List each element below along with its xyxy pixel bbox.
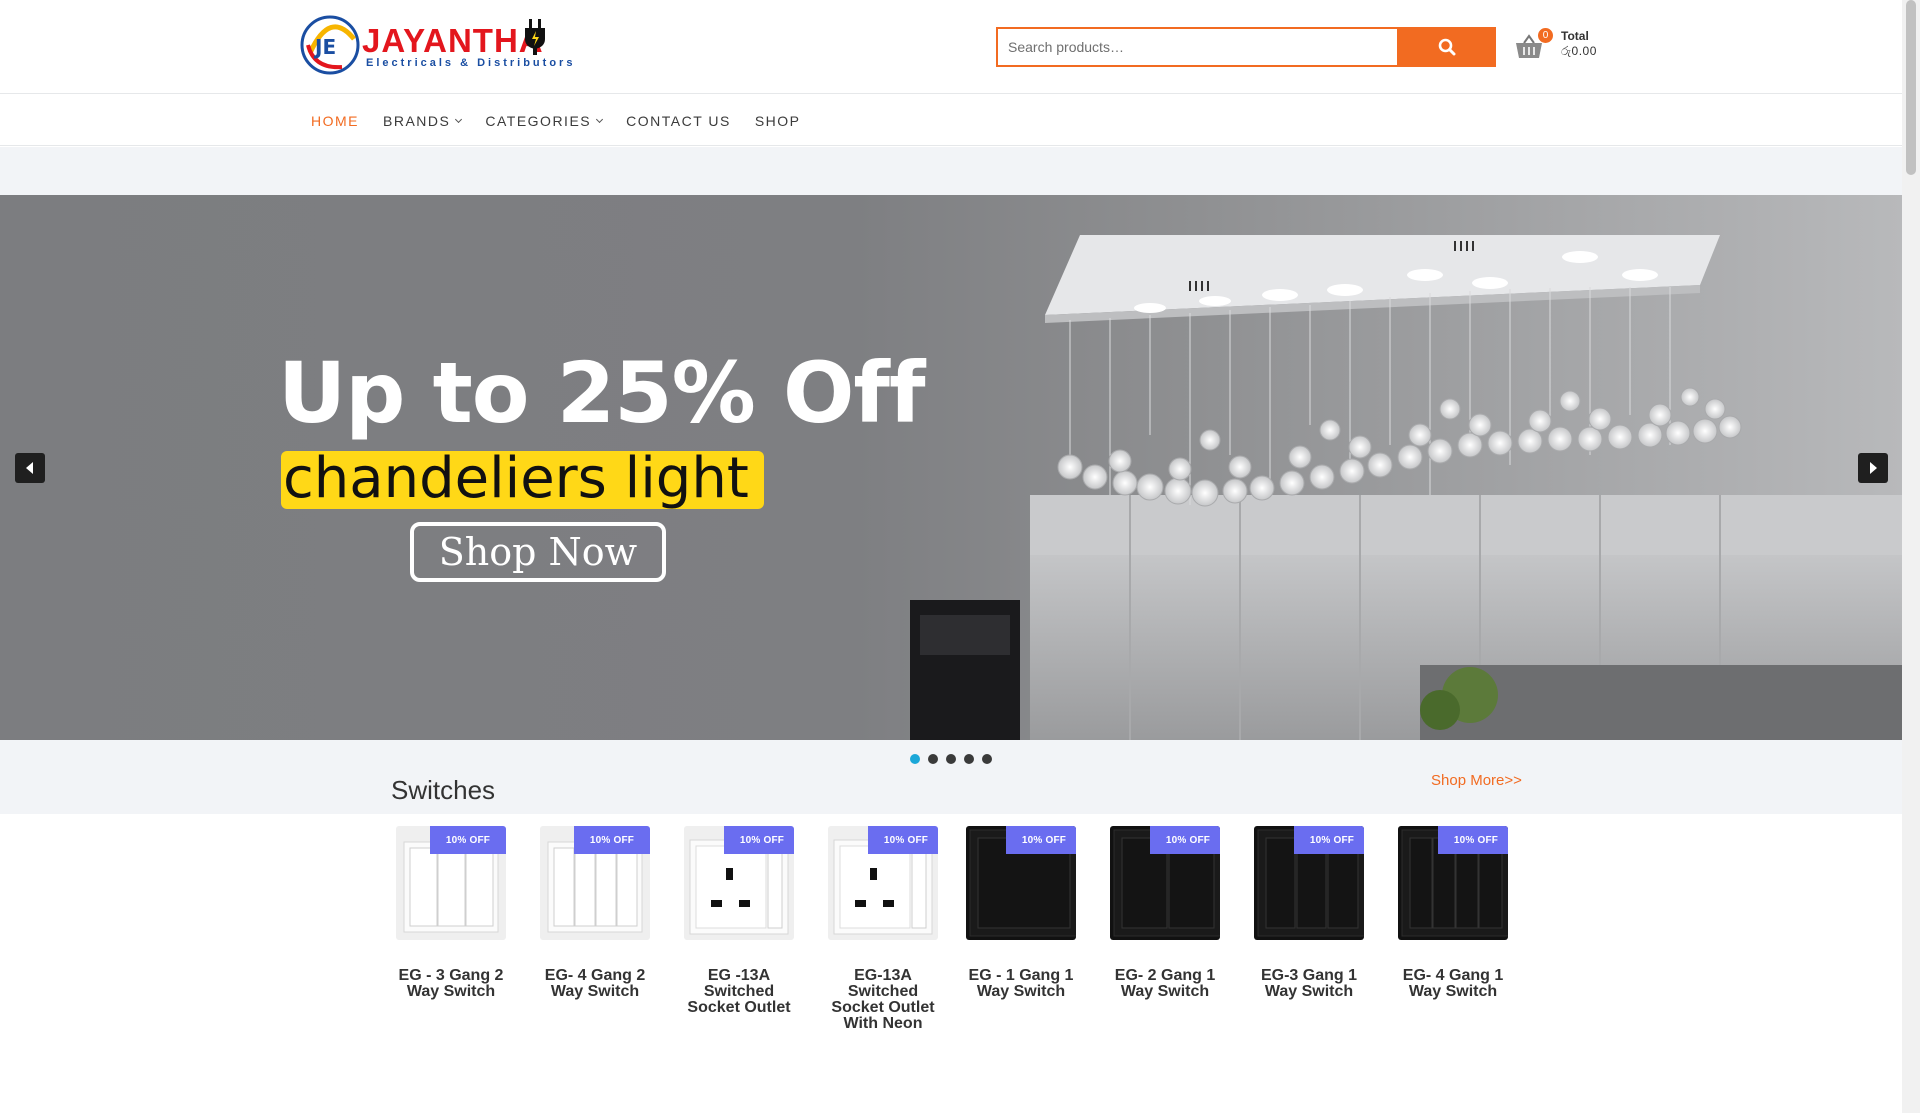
nav-item-label: CATEGORIES bbox=[485, 112, 592, 129]
hero-subline: chandeliers light bbox=[283, 446, 749, 511]
product-image[interactable]: 10% OFF bbox=[540, 826, 650, 940]
nav-item-brands[interactable]: BRANDS bbox=[383, 112, 463, 129]
product-name[interactable]: EG- 2 Gang 1 Way Switch bbox=[1104, 968, 1226, 1000]
page-scrollbar[interactable] bbox=[1902, 0, 1920, 1113]
nav-item-home[interactable]: HOME bbox=[311, 113, 359, 129]
product-image[interactable]: 10% OFF bbox=[1110, 826, 1220, 940]
product-grid: 10% OFF EG - 3 Gang 2 Way Switch 10% OFF… bbox=[0, 814, 1902, 1113]
chevron-down-icon bbox=[455, 115, 463, 123]
nav-item-label: HOME bbox=[311, 112, 359, 129]
chevron-down-icon bbox=[596, 115, 604, 123]
hero-slider: Up to 25% Off chandeliers light Shop Now bbox=[0, 195, 1902, 740]
cart-total-value: රු0.00 bbox=[1561, 44, 1597, 58]
discount-badge: 10% OFF bbox=[1294, 826, 1364, 854]
nav-item-label: BRANDS bbox=[383, 112, 451, 129]
cart-widget[interactable]: 0 Total රු0.00 bbox=[1514, 26, 1624, 68]
brand-tagline: Electricals & Distributors bbox=[366, 57, 576, 69]
site-header: JE JAYANTHA Electricals & Distributors S… bbox=[0, 0, 1902, 94]
product-image[interactable]: 10% OFF bbox=[1398, 826, 1508, 940]
header-spacer bbox=[0, 147, 1902, 195]
product-image[interactable]: 10% OFF bbox=[1254, 826, 1364, 940]
slider-dot[interactable] bbox=[982, 754, 992, 764]
slider-prev-button[interactable] bbox=[15, 453, 45, 483]
product-name[interactable]: EG - 3 Gang 2 Way Switch bbox=[390, 968, 512, 1000]
section-header: Switches Shop More>> bbox=[0, 740, 1902, 814]
site-logo[interactable]: JE JAYANTHA Electricals & Distributors bbox=[300, 13, 572, 77]
slider-dot[interactable] bbox=[928, 754, 938, 764]
nav-item-label: SHOP bbox=[754, 112, 801, 129]
product-image[interactable]: 10% OFF bbox=[966, 826, 1076, 940]
product-name[interactable]: EG-3 Gang 1 Way Switch bbox=[1248, 968, 1370, 1000]
slider-next-button[interactable] bbox=[1858, 453, 1888, 483]
product-name[interactable]: EG- 4 Gang 1 Way Switch bbox=[1392, 968, 1514, 1000]
cart-count-badge: 0 bbox=[1538, 28, 1553, 43]
discount-badge: 10% OFF bbox=[1438, 826, 1508, 854]
slider-dot[interactable] bbox=[910, 754, 920, 764]
main-nav: HOME BRANDS CATEGORIES CONTACT US SHOP bbox=[0, 95, 1902, 146]
product-image[interactable]: 10% OFF bbox=[396, 826, 506, 940]
cart-total-label: Total bbox=[1561, 29, 1589, 43]
discount-badge: 10% OFF bbox=[574, 826, 650, 854]
slider-dot[interactable] bbox=[964, 754, 974, 764]
product-name[interactable]: EG- 4 Gang 2 Way Switch bbox=[534, 968, 656, 1000]
nav-item-categories[interactable]: CATEGORIES bbox=[485, 112, 604, 129]
caret-left-icon bbox=[26, 462, 33, 474]
section-title: Switches bbox=[391, 775, 496, 805]
search-input[interactable] bbox=[996, 27, 1397, 67]
nav-item-shop[interactable]: SHOP bbox=[755, 113, 801, 129]
hero-headline: Up to 25% Off bbox=[278, 344, 925, 442]
scrollbar-thumb[interactable] bbox=[1906, 0, 1916, 175]
caret-right-icon bbox=[1870, 462, 1877, 474]
discount-badge: 10% OFF bbox=[724, 826, 794, 854]
nav-item-label: CONTACT US bbox=[626, 112, 731, 129]
discount-badge: 10% OFF bbox=[868, 826, 938, 854]
product-name[interactable]: EG-13A Switched Socket Outlet With Neon bbox=[822, 968, 944, 1032]
slider-dot[interactable] bbox=[946, 754, 956, 764]
discount-badge: 10% OFF bbox=[1150, 826, 1220, 854]
search-bar bbox=[996, 27, 1496, 67]
product-name[interactable]: EG - 1 Gang 1 Way Switch bbox=[960, 968, 1082, 1000]
search-button[interactable] bbox=[1397, 27, 1496, 67]
product-name[interactable]: EG -13A Switched Socket Outlet bbox=[678, 968, 800, 1016]
plug-icon bbox=[525, 19, 545, 55]
brand-name: JAYANTHA bbox=[362, 22, 544, 59]
nav-list: HOME BRANDS CATEGORIES CONTACT US SHOP bbox=[311, 95, 825, 146]
discount-badge: 10% OFF bbox=[430, 826, 506, 854]
discount-badge: 10% OFF bbox=[1006, 826, 1076, 854]
logo-emblem-icon: JE bbox=[300, 15, 360, 75]
slider-dots bbox=[910, 754, 1000, 764]
nav-item-contact[interactable]: CONTACT US bbox=[626, 113, 731, 129]
search-icon bbox=[1438, 38, 1455, 56]
hero-shop-now-button[interactable]: Shop Now bbox=[410, 522, 666, 582]
shop-more-link[interactable]: Shop More>> bbox=[1431, 772, 1522, 789]
svg-text:JE: JE bbox=[313, 35, 336, 59]
page: JE JAYANTHA Electricals & Distributors S… bbox=[0, 0, 1920, 1113]
product-image[interactable]: 10% OFF bbox=[684, 826, 794, 940]
product-image[interactable]: 10% OFF bbox=[828, 826, 938, 940]
